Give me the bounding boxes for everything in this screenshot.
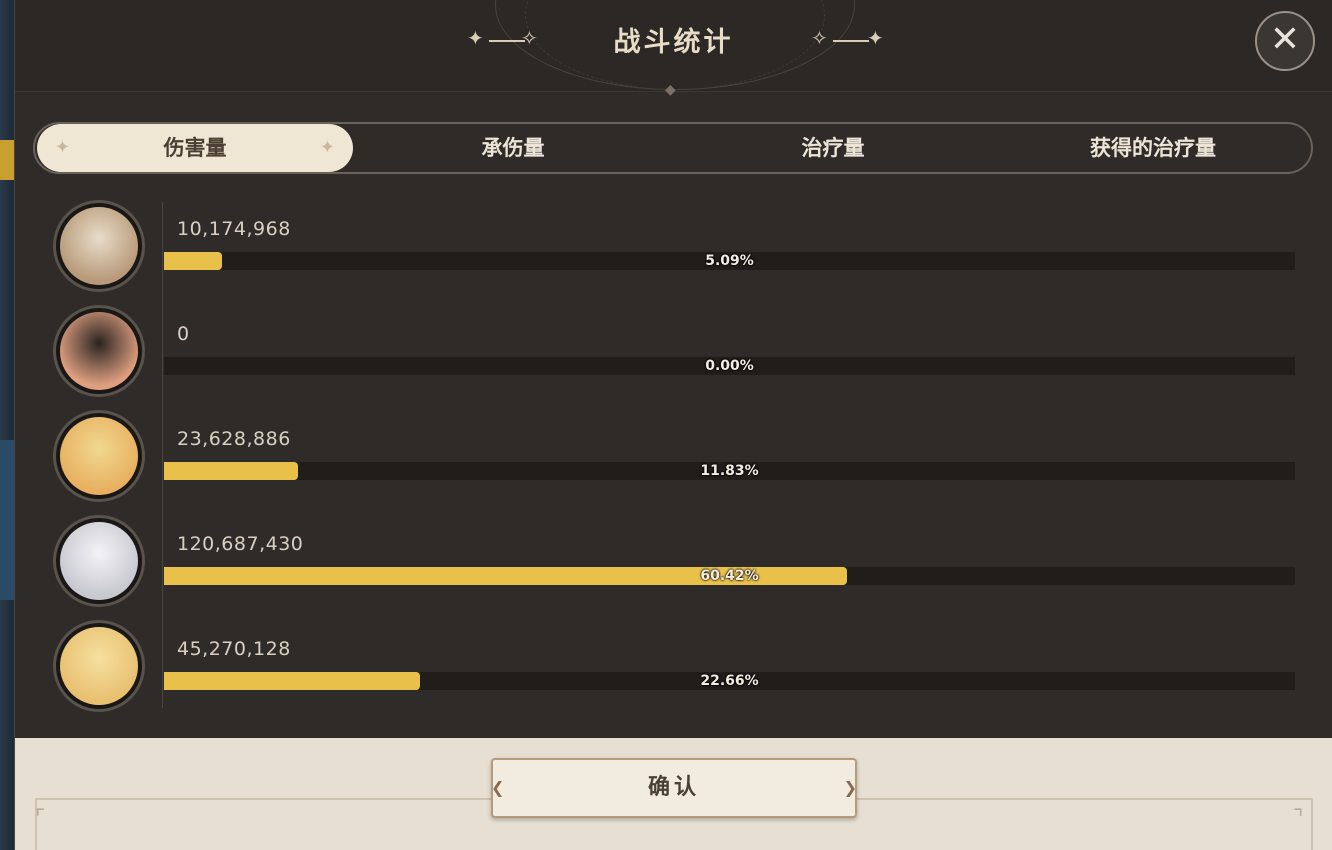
character-avatar[interactable]: [53, 410, 145, 502]
dialog-header: ✦ ✧ ✧ ✦ 战斗统计 ◆ ✕: [15, 0, 1332, 98]
avatar-portrait: [60, 207, 138, 285]
ornament-icon: ❮: [491, 778, 505, 797]
stat-value: 0: [177, 323, 190, 345]
tab-healing-received[interactable]: 获得的治疗量: [993, 124, 1313, 172]
close-button[interactable]: ✕: [1255, 11, 1315, 71]
character-avatar[interactable]: [53, 515, 145, 607]
corner-ornament-icon: ⌝: [1293, 806, 1304, 831]
stat-percent: 5.09%: [705, 253, 754, 269]
stat-value: 10,174,968: [177, 218, 291, 240]
stat-row: 120,687,430 60.42%: [15, 505, 1305, 610]
tab-label: 治疗量: [801, 136, 865, 160]
confirm-button[interactable]: ❮ 确认 ❯: [491, 758, 857, 818]
corner-ornament-icon: ⌜: [35, 806, 46, 831]
character-avatar[interactable]: [53, 620, 145, 712]
stat-bar-track: 22.66%: [164, 672, 1295, 690]
stat-row: 23,628,886 11.83%: [15, 400, 1305, 505]
battle-stats-dialog: ✦ ✧ ✧ ✦ 战斗统计 ◆ ✕ ✦ 伤害量 ✦ 承伤量 治疗量 获得的治疗量 …: [14, 0, 1332, 850]
close-icon: ✕: [1269, 19, 1301, 60]
character-avatar[interactable]: [53, 200, 145, 292]
background-fragment: [0, 140, 14, 180]
stat-row: 45,270,128 22.66%: [15, 610, 1305, 715]
stat-percent: 11.83%: [700, 463, 759, 479]
stat-bar-track: 5.09%: [164, 252, 1295, 270]
tab-label: 承伤量: [481, 136, 545, 160]
stats-tab-bar: ✦ 伤害量 ✦ 承伤量 治疗量 获得的治疗量: [33, 122, 1313, 174]
tab-damage[interactable]: ✦ 伤害量 ✦: [37, 124, 353, 172]
dialog-title: 战斗统计: [613, 27, 734, 58]
stats-list: 10,174,968 5.09% 0 0.00% 23,628,886 11.83% 120…: [15, 190, 1305, 718]
stat-bar-track: 11.83%: [164, 462, 1295, 480]
character-avatar[interactable]: [53, 305, 145, 397]
confirm-label: 确认: [647, 775, 700, 800]
stat-row: 0 0.00%: [15, 295, 1305, 400]
avatar-portrait: [60, 522, 138, 600]
ornament-icon: ❯: [843, 778, 857, 797]
stat-percent: 0.00%: [705, 358, 754, 374]
background-fragment: [0, 440, 14, 600]
sparkle-icon: ✦: [55, 137, 71, 158]
tab-label: 获得的治疗量: [1090, 136, 1216, 160]
diamond-icon: ◆: [665, 82, 676, 98]
stat-bar-track: 60.42%: [164, 567, 1295, 585]
tab-healing[interactable]: 治疗量: [673, 124, 993, 172]
tab-label: 伤害量: [163, 136, 227, 160]
stat-percent: 22.66%: [700, 673, 759, 689]
avatar-portrait: [60, 312, 138, 390]
stat-percent: 60.42%: [700, 568, 759, 584]
sparkle-icon: ✦: [319, 137, 335, 158]
avatar-portrait: [60, 627, 138, 705]
avatar-portrait: [60, 417, 138, 495]
stat-bar-track: 0.00%: [164, 357, 1295, 375]
stat-value: 23,628,886: [177, 428, 291, 450]
stat-value: 120,687,430: [177, 533, 304, 555]
tab-damage-taken[interactable]: 承伤量: [353, 124, 673, 172]
stat-row: 10,174,968 5.09%: [15, 190, 1305, 295]
stat-value: 45,270,128: [177, 638, 291, 660]
